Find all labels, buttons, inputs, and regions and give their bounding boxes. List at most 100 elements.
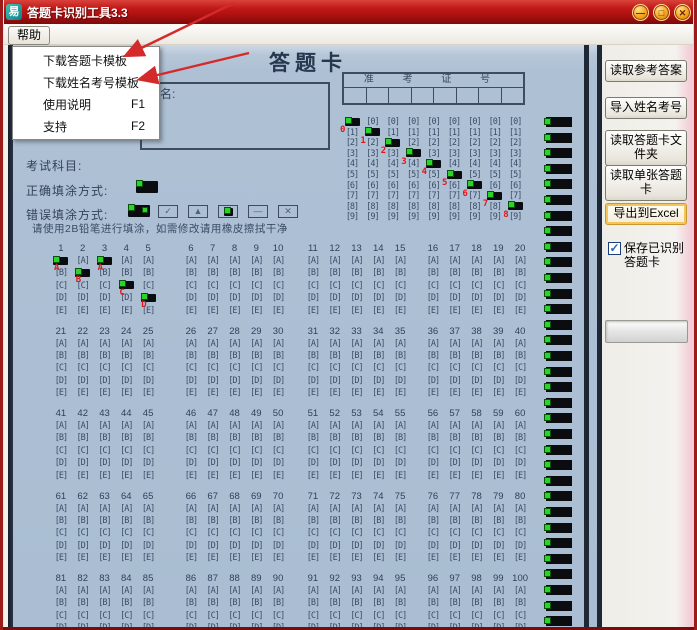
option-bubble: [B]	[54, 598, 68, 609]
question-number: 79	[493, 490, 504, 502]
option-bubble: [A]	[306, 586, 320, 596]
menu-item-usage-help[interactable]: 使用说明 F1	[13, 93, 159, 115]
option-bubble: [A]	[184, 256, 198, 266]
option-bubble: [D]	[492, 458, 505, 469]
question-number: 84	[121, 573, 132, 584]
option-bubble: [A]	[372, 586, 385, 596]
question-number: 73	[351, 490, 362, 502]
import-name-examno-button[interactable]: 导入姓名考号	[605, 97, 687, 119]
option-bubble: [A]	[393, 586, 407, 596]
save-recognized-checkbox[interactable]: ✓	[608, 242, 621, 255]
option-bubble: [C]	[393, 610, 407, 621]
option-bubble: [A]	[448, 503, 462, 514]
progress-bar	[605, 320, 688, 343]
option-bubble: [E]	[513, 388, 527, 399]
question-number: 34	[373, 325, 384, 337]
option-bubble: [E]	[492, 388, 505, 399]
option-bubble: [E]	[372, 305, 385, 316]
option-bubble: [E]	[350, 553, 363, 564]
option-bubble: [C]	[120, 528, 133, 539]
help-menu-button[interactable]: 帮助	[8, 26, 51, 45]
option-bubble: [A]	[393, 421, 407, 431]
option-bubble: [A]	[184, 338, 198, 349]
option-bubble: [A]	[54, 503, 68, 514]
option-bubble: [E]	[372, 470, 385, 481]
option-bubble: [D]	[141, 623, 155, 630]
option-bubble: [C]	[328, 610, 342, 621]
read-reference-answers-button[interactable]: 读取参考答案	[605, 60, 687, 82]
option-bubble: [C]	[306, 610, 320, 621]
question-number: 38	[471, 325, 482, 337]
option-bubble: [B]	[448, 268, 462, 279]
question-number: 91	[307, 573, 319, 584]
option-bubble: [E]	[350, 470, 363, 481]
question-number: 90	[272, 573, 284, 584]
app-icon: 易	[6, 4, 22, 20]
option-bubble: [B]	[271, 598, 285, 609]
option-bubble: [B]	[372, 433, 385, 444]
option-bubble: [E]	[448, 553, 462, 564]
export-to-excel-button[interactable]: 导出到Excel	[605, 203, 687, 225]
option-bubble: [D]	[76, 458, 90, 469]
option-bubble: [A]	[492, 421, 505, 431]
close-button[interactable]: ✕	[674, 3, 691, 21]
option-bubble: [E]	[98, 388, 111, 399]
option-bubble: [D]	[448, 458, 462, 469]
option-bubble: [A]	[513, 586, 527, 596]
option-bubble: [A]	[250, 421, 263, 431]
ocr-answer-result: B	[75, 275, 82, 286]
option-bubble: [C]	[206, 280, 220, 291]
option-bubble: [B]	[228, 433, 241, 444]
option-bubble: [A]	[350, 503, 363, 514]
option-bubble: [B]	[306, 598, 320, 609]
option-bubble: [A]	[206, 586, 220, 596]
option-bubble: [E]	[426, 470, 440, 481]
option-bubble: [B]	[448, 350, 462, 361]
option-bubble: [E]	[98, 305, 111, 316]
option-bubble: [D]	[372, 458, 385, 469]
question-number: 37	[449, 325, 460, 337]
option-bubble: [E]	[206, 553, 220, 564]
menu-item-support[interactable]: 支持 F2	[13, 115, 159, 137]
option-bubble: [C]	[426, 610, 440, 621]
option-bubble: [B]	[426, 598, 440, 609]
maximize-button[interactable]: □	[653, 3, 670, 21]
option-bubble: [C]	[426, 280, 440, 291]
question-number: 58	[471, 408, 482, 419]
option-bubble: [A]	[328, 256, 342, 266]
question-group: 16 17 18 19 20 [A] [A] [A] [A] [A] [B] [B] [B] [B] [B]…	[422, 242, 532, 317]
option-bubble: [E]	[228, 305, 241, 316]
question-group: 56 57 58 59 60 [A] [A] [A] [A] [A] [B] [B] [B] [B] [B]…	[422, 407, 532, 482]
read-single-sheet-button[interactable]: 读取单张答题卡	[605, 165, 687, 201]
option-bubble-filled: C	[115, 280, 137, 298]
option-bubble: [A]	[54, 338, 68, 349]
question-group: 1 2 3 4 5 A [A] A [A] [A] [B] B [B] [B] [B] [C] [C] [C] C[…	[50, 242, 160, 317]
option-bubble: [A]	[98, 586, 111, 596]
read-sheet-folder-button[interactable]: 读取答题卡文件夹	[605, 130, 687, 166]
option-bubble: [C]	[184, 363, 198, 374]
option-bubble: [C]	[372, 610, 385, 621]
option-bubble: [E]	[54, 305, 68, 316]
option-bubble: [B]	[328, 515, 342, 526]
option-bubble: [B]	[120, 350, 133, 361]
option-bubble: [D]	[393, 293, 407, 304]
minimize-button[interactable]: —	[632, 3, 649, 21]
option-bubble: [D]	[76, 540, 90, 551]
ocr-answer-result: A	[97, 263, 104, 273]
option-bubble: [E]	[350, 388, 363, 399]
option-bubble: [E]	[76, 305, 90, 316]
option-bubble: [C]	[54, 363, 68, 374]
option-bubble: [E]	[271, 553, 285, 564]
option-bubble: [C]	[141, 280, 155, 291]
option-bubble: [A]	[98, 421, 111, 431]
option-bubble: [A]	[328, 586, 342, 596]
menu-item-download-sheet-template[interactable]: 下载答题卡模板	[13, 49, 159, 71]
option-bubble: [C]	[184, 610, 198, 621]
question-number: 93	[351, 573, 362, 584]
option-bubble: [A]	[76, 421, 90, 431]
question-number: 10	[272, 243, 284, 254]
menu-item-download-name-template[interactable]: 下载姓名考号模板	[13, 71, 159, 93]
question-number: 47	[207, 408, 218, 419]
option-bubble: [B]	[492, 598, 505, 609]
option-bubble: [B]	[54, 433, 68, 444]
